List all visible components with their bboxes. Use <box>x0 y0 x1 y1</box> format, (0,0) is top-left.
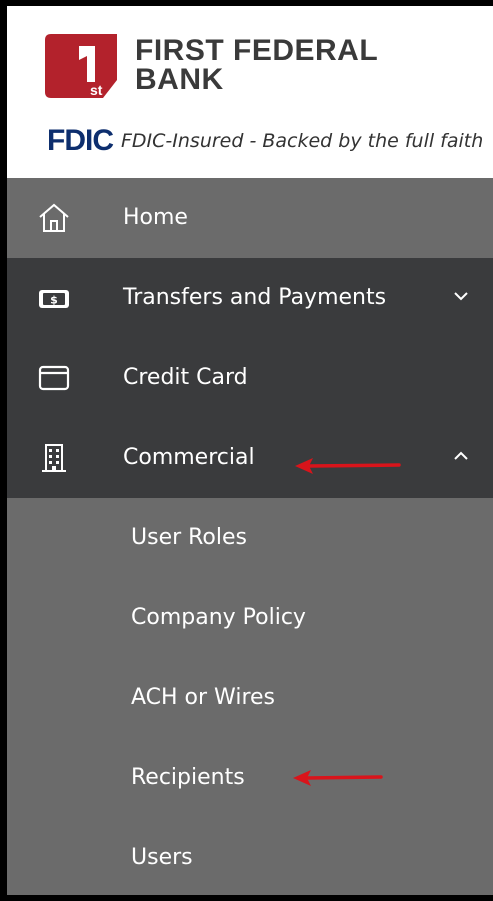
chevron-up-icon[interactable] <box>451 446 471 466</box>
sub-label-company-policy: Company Policy <box>131 605 306 630</box>
brand-header: st FIRST FEDERAL BANK FDIC FDIC-Insured -… <box>7 6 493 178</box>
sub-item-user-roles[interactable]: User Roles <box>7 498 493 578</box>
sub-label-user-roles: User Roles <box>131 525 248 550</box>
sub-item-users[interactable]: Users <box>7 818 493 895</box>
annotation-arrow-commercial <box>295 458 401 474</box>
sub-label-recipients: Recipients <box>131 765 245 790</box>
money-icon: $ <box>39 290 69 308</box>
nav-item-commercial[interactable]: Commercial <box>7 418 493 498</box>
building-icon <box>42 444 66 472</box>
bank-name-line1: FIRST FEDERAL <box>135 34 379 67</box>
svg-text:$: $ <box>50 294 58 307</box>
sub-item-ach-or-wires[interactable]: ACH or Wires <box>7 658 493 738</box>
fdic-text: FDIC-Insured - Backed by the full faith <box>121 130 484 152</box>
credit-card-icon <box>38 365 70 391</box>
fdic-logo: FDIC <box>47 124 114 157</box>
nav-item-transfers-and-payments[interactable]: $ Transfers and Payments <box>7 258 493 338</box>
sidebar-panel: st FIRST FEDERAL BANK FDIC FDIC-Insured -… <box>7 6 493 895</box>
nav-label-credit-card: Credit Card <box>123 365 248 390</box>
nav-label-transfers-and-payments: Transfers and Payments <box>123 285 387 310</box>
sub-label-users: Users <box>131 845 193 870</box>
sub-item-company-policy[interactable]: Company Policy <box>7 578 493 658</box>
sub-label-ach-or-wires: ACH or Wires <box>131 685 275 710</box>
screenshot-frame: st FIRST FEDERAL BANK FDIC FDIC-Insured -… <box>0 0 493 901</box>
chevron-down-icon[interactable] <box>451 286 471 306</box>
nav-label-commercial: Commercial <box>123 445 255 470</box>
bank-name: FIRST FEDERAL BANK <box>135 34 379 96</box>
sub-item-recipients[interactable]: Recipients <box>7 738 493 818</box>
fdic-notice: FDIC FDIC-Insured - Backed by the full fa… <box>47 124 483 160</box>
side-nav: Home $ Transfers and Payments Credit Car… <box>7 178 493 895</box>
nav-label-home: Home <box>123 205 188 230</box>
bank-name-line2: BANK <box>135 63 224 96</box>
home-icon <box>39 203 69 232</box>
logo-suffix: st <box>90 82 103 98</box>
bank-logo-icon: st <box>45 34 117 98</box>
nav-item-home[interactable]: Home <box>7 178 493 258</box>
annotation-arrow-recipients <box>293 770 383 786</box>
nav-item-credit-card[interactable]: Credit Card <box>7 338 493 418</box>
